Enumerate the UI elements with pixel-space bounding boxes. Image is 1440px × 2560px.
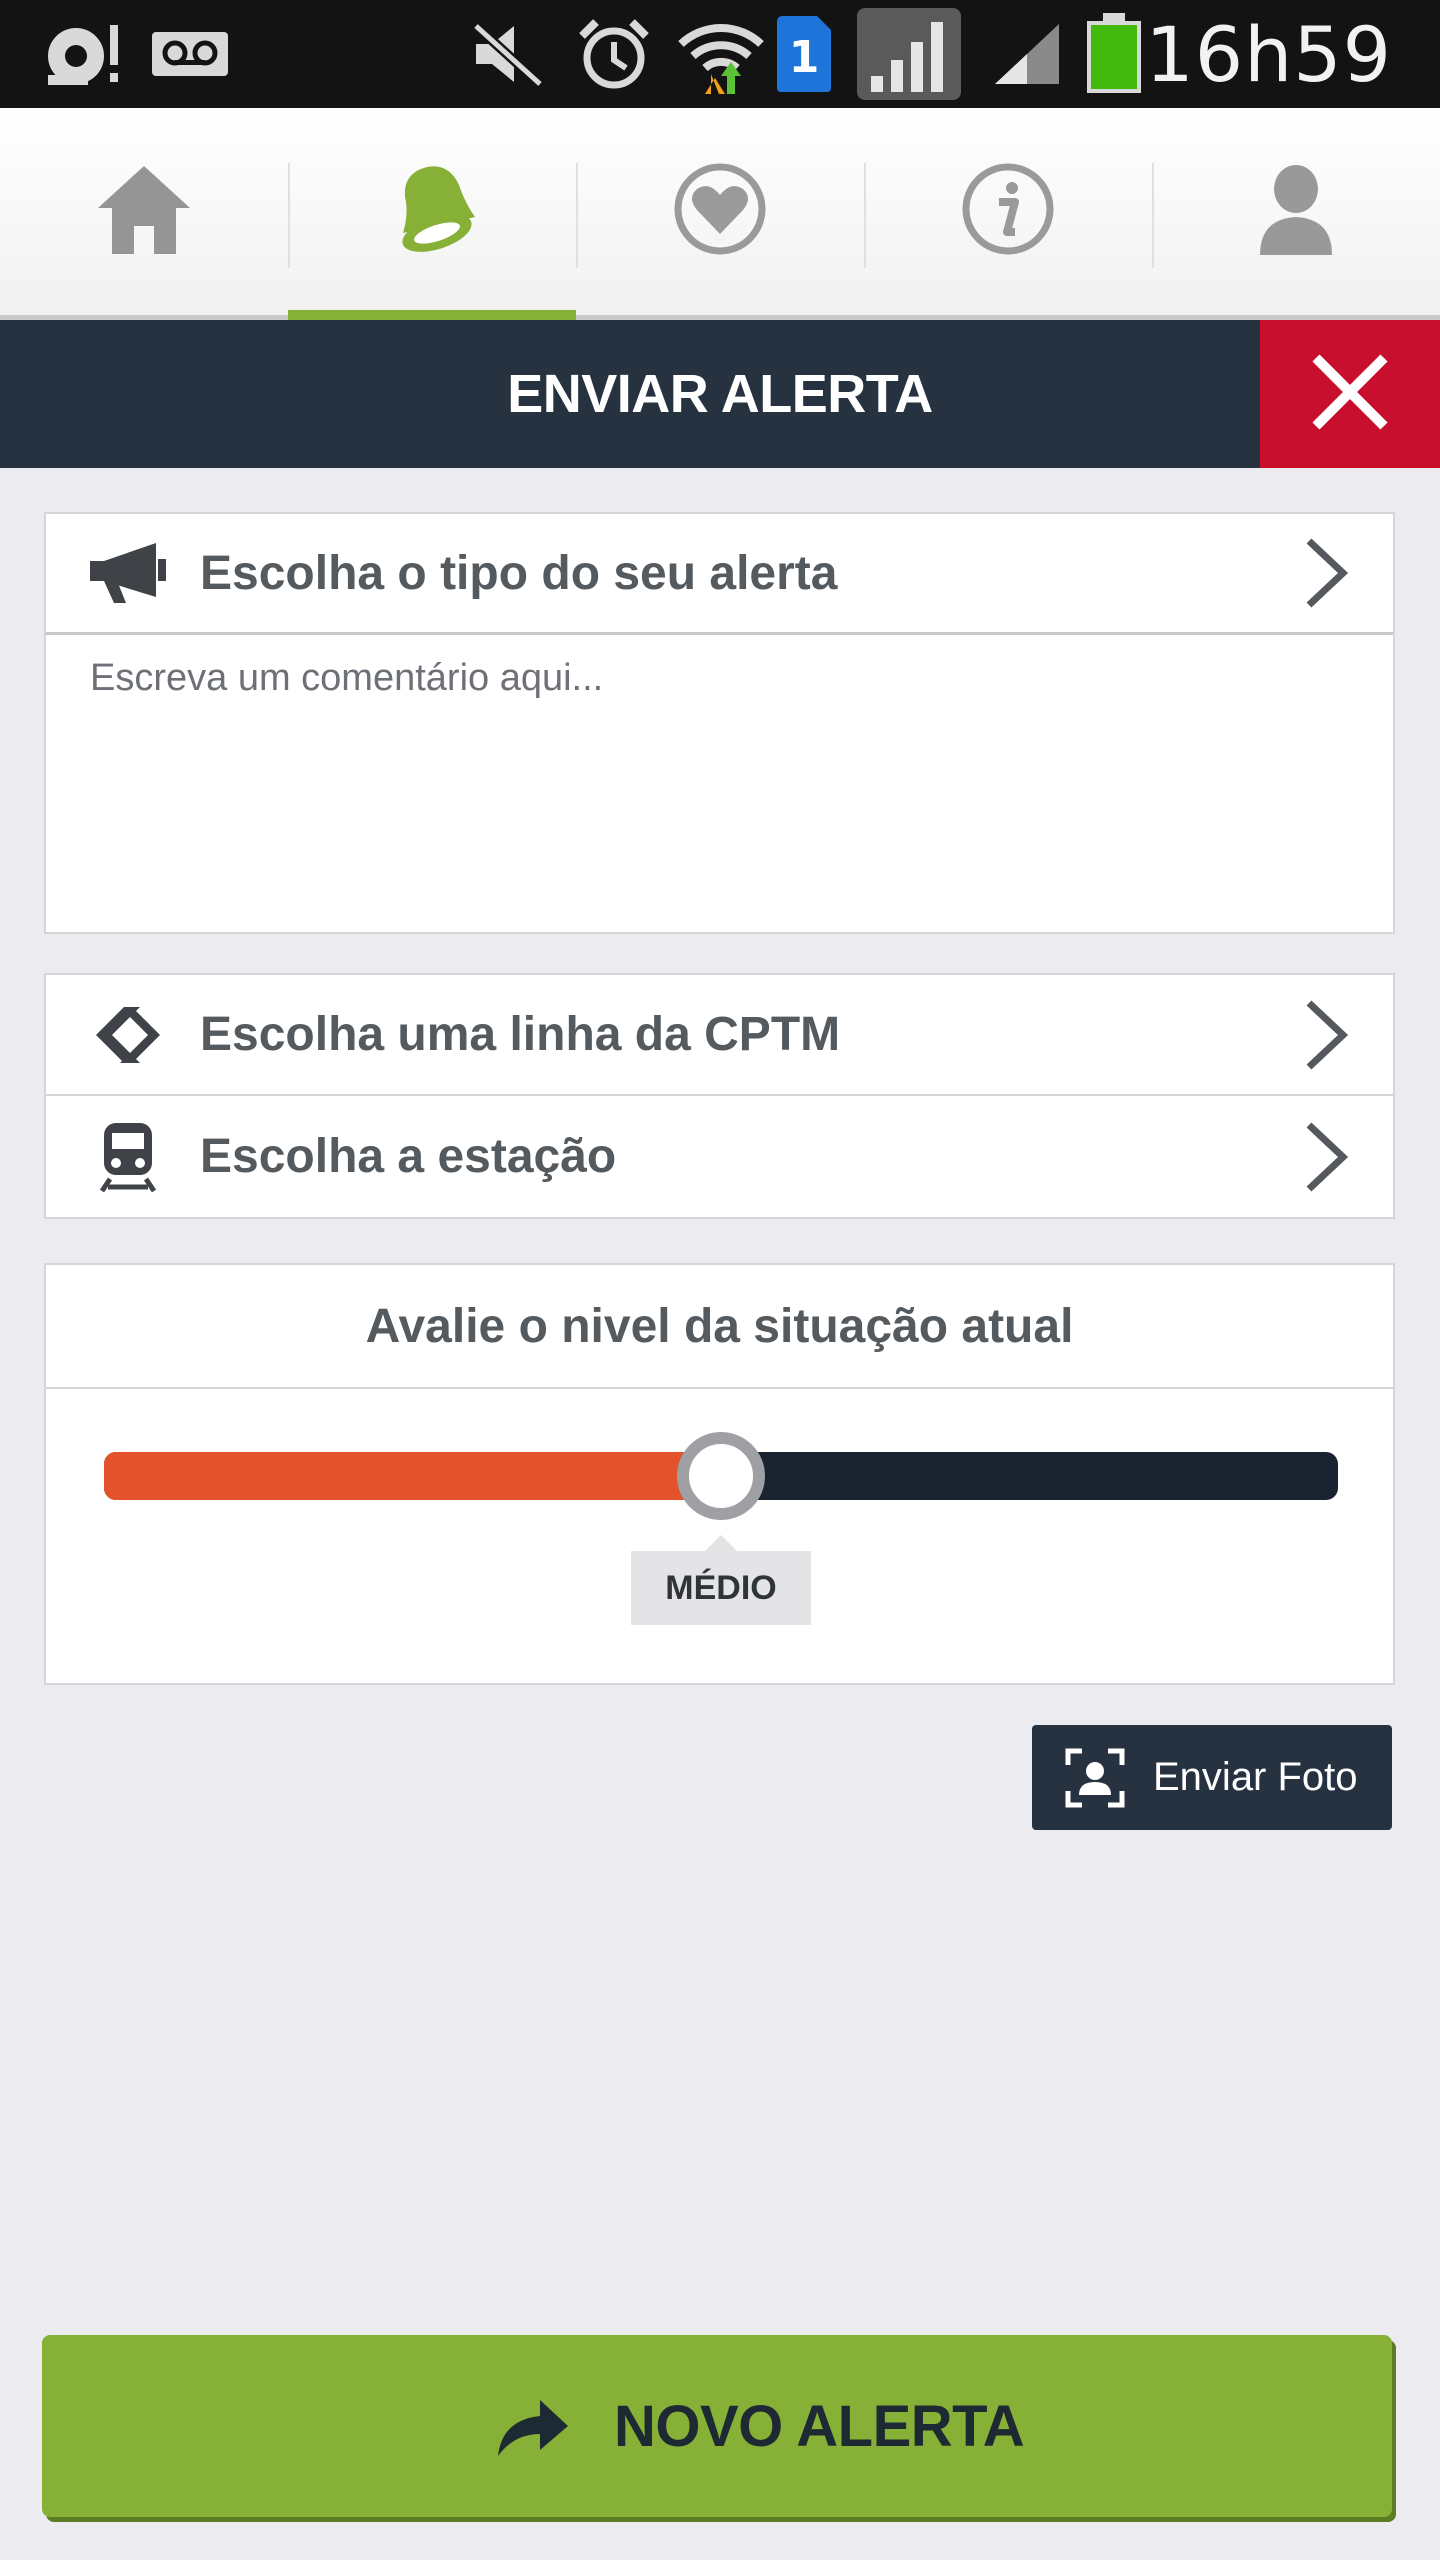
new-alert-label: NOVO ALERTA [614, 2393, 1025, 2459]
station-select-label: Escolha a estação [200, 1130, 617, 1183]
alert-form-card: Escolha o tipo do seu alerta [44, 512, 1395, 934]
mute-icon [468, 18, 548, 90]
new-alert-button[interactable]: NOVO ALERTA [42, 2335, 1392, 2517]
photo-portrait-icon [1064, 1725, 1126, 1830]
send-photo-button[interactable]: Enviar Foto [1032, 1725, 1392, 1830]
heart-icon [673, 162, 767, 261]
home-icon [96, 162, 192, 261]
alert-type-label: Escolha o tipo do seu alerta [200, 546, 838, 600]
status-bar: 1 16h59 [0, 0, 1440, 108]
page-header: ENVIAR ALERTA [0, 320, 1440, 468]
tab-bar [0, 108, 1440, 320]
megaphone-icon [86, 514, 170, 632]
line-select[interactable]: Escolha uma linha da CPTM [46, 975, 1393, 1096]
line-select-label: Escolha uma linha da CPTM [200, 1008, 841, 1061]
battery-icon [1084, 13, 1144, 93]
level-slider-thumb[interactable] [677, 1432, 765, 1520]
level-value-badge: MÉDIO [631, 1535, 811, 1625]
signal-icon [992, 18, 1064, 90]
chevron-right-icon [1303, 1096, 1349, 1217]
location-card: Escolha uma linha da CPTM Escolha a esta… [44, 973, 1395, 1219]
voicemail-icon [150, 18, 230, 90]
cptm-logo-icon [86, 975, 170, 1094]
sim-icon: 1 [772, 16, 834, 92]
sim-slot-label: 1 [789, 32, 820, 83]
alarm-icon [574, 18, 654, 90]
info-icon [961, 162, 1055, 261]
chevron-right-icon [1303, 975, 1349, 1094]
tab-profile[interactable] [1152, 108, 1440, 315]
tab-alerts[interactable] [288, 108, 576, 320]
page-title: ENVIAR ALERTA [507, 364, 933, 424]
status-time: 16h59 [1145, 9, 1392, 99]
chevron-right-icon [1303, 514, 1349, 632]
level-slider-area: MÉDIO [46, 1389, 1393, 1683]
close-button[interactable] [1260, 320, 1440, 468]
level-slider-fill [104, 1452, 721, 1500]
level-card: Avalie o nivel da situação atual MÉDIO [44, 1263, 1395, 1685]
tab-favorites[interactable] [576, 108, 864, 315]
station-select[interactable]: Escolha a estação [46, 1096, 1393, 1217]
close-icon [1310, 352, 1390, 437]
record-icon [38, 18, 128, 90]
wifi-icon [676, 18, 766, 94]
tab-info[interactable] [864, 108, 1152, 315]
comment-textarea[interactable] [46, 635, 1393, 927]
tab-home[interactable] [0, 108, 288, 315]
alert-type-select[interactable]: Escolha o tipo do seu alerta [46, 514, 1393, 635]
send-photo-label: Enviar Foto [1153, 1755, 1358, 1799]
share-arrow-icon [494, 2335, 570, 2517]
signal-icon [854, 8, 964, 100]
level-title: Avalie o nivel da situação atual [46, 1265, 1393, 1389]
train-icon [86, 1096, 170, 1217]
bell-icon [387, 161, 477, 262]
user-icon [1256, 163, 1336, 260]
